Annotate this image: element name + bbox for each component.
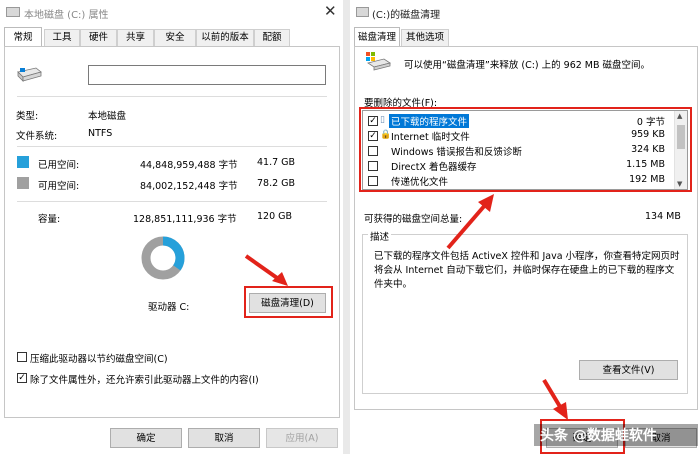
watermark-text: 头条 @数据蛙软件 bbox=[540, 428, 657, 444]
divider bbox=[17, 146, 327, 147]
apply-button[interactable]: 应用(A) bbox=[266, 428, 338, 448]
drive-large-icon bbox=[16, 66, 42, 84]
cleanup-intro: 可以使用“磁盘清理”来释放 (C:) 上的 962 MB 磁盘空间。 bbox=[404, 60, 651, 71]
free-gb: 78.2 GB bbox=[257, 178, 296, 189]
highlight-box bbox=[244, 286, 333, 318]
total-space-value: 134 MB bbox=[645, 211, 681, 222]
drive-icon bbox=[6, 7, 20, 17]
properties-window: 本地磁盘 (C:) 属性 ✕ 常规 工具 硬件 共享 安全 以前的版本 配额 类… bbox=[0, 0, 343, 454]
properties-title: 本地磁盘 (C:) 属性 bbox=[24, 10, 109, 21]
cleanup-title: (C:)的磁盘清理 bbox=[372, 10, 441, 21]
view-files-button[interactable]: 查看文件(V) bbox=[579, 360, 678, 380]
highlight-box bbox=[359, 107, 692, 192]
tab-general[interactable]: 常规 bbox=[4, 27, 42, 46]
tab-tools[interactable]: 工具 bbox=[44, 29, 80, 46]
filesystem-value: NTFS bbox=[88, 128, 113, 139]
used-color-swatch bbox=[17, 156, 29, 168]
pointer-arrow bbox=[542, 378, 568, 420]
tab-disk-cleanup[interactable]: 磁盘清理 bbox=[354, 27, 400, 46]
usage-donut-chart bbox=[141, 236, 185, 280]
properties-titlebar: 本地磁盘 (C:) 属性 ✕ bbox=[0, 0, 343, 26]
divider bbox=[17, 201, 327, 202]
tab-previous-versions[interactable]: 以前的版本 bbox=[196, 29, 254, 46]
description-text: 已下载的程序文件包括 ActiveX 控件和 Java 小程序，你查看特定网页时… bbox=[374, 251, 680, 290]
tab-sharing[interactable]: 共享 bbox=[117, 29, 154, 46]
close-icon[interactable]: ✕ bbox=[324, 2, 337, 20]
used-label: 已用空间: bbox=[38, 160, 80, 171]
filesystem-label: 文件系统: bbox=[16, 131, 58, 142]
tab-hardware[interactable]: 硬件 bbox=[80, 29, 117, 46]
type-label: 类型: bbox=[16, 111, 39, 122]
capacity-gb: 120 GB bbox=[257, 211, 293, 222]
free-color-swatch bbox=[17, 177, 29, 189]
drive-name-input[interactable] bbox=[88, 65, 326, 85]
cancel-button[interactable]: 取消 bbox=[188, 428, 260, 448]
ok-button[interactable]: 确定 bbox=[110, 428, 182, 448]
index-checkbox[interactable]: ✓ bbox=[17, 373, 27, 383]
used-gb: 41.7 GB bbox=[257, 157, 296, 168]
drive-label: 驱动器 C: bbox=[148, 302, 190, 313]
cleanup-titlebar: (C:)的磁盘清理 bbox=[350, 0, 700, 26]
used-bytes: 44,848,959,488 字节 bbox=[140, 160, 238, 171]
properties-tabs: 常规 工具 硬件 共享 安全 以前的版本 配额 bbox=[4, 27, 340, 46]
cleanup-icon bbox=[364, 50, 392, 72]
pointer-arrow bbox=[244, 254, 288, 286]
index-label: 除了文件属性外，还允许索引此驱动器上文件的内容(I) bbox=[30, 375, 259, 386]
type-value: 本地磁盘 bbox=[88, 111, 127, 122]
disk-cleanup-window: (C:)的磁盘清理 磁盘清理 其他选项 可以使用“磁盘清理”来释放 (C:) 上… bbox=[350, 0, 700, 454]
tab-more-options[interactable]: 其他选项 bbox=[401, 29, 449, 46]
compress-label: 压缩此驱动器以节约磁盘空间(C) bbox=[30, 354, 168, 365]
tab-quota[interactable]: 配额 bbox=[254, 29, 290, 46]
cleanup-app-icon bbox=[356, 7, 369, 17]
pointer-arrow bbox=[446, 194, 494, 250]
capacity-bytes: 128,851,111,936 字节 bbox=[133, 214, 237, 225]
tab-security[interactable]: 安全 bbox=[154, 29, 196, 46]
free-bytes: 84,002,152,448 字节 bbox=[140, 181, 238, 192]
window-gap bbox=[343, 0, 350, 454]
free-label: 可用空间: bbox=[38, 181, 80, 192]
compress-checkbox[interactable] bbox=[17, 352, 27, 362]
divider bbox=[17, 96, 327, 97]
capacity-label: 容量: bbox=[38, 214, 61, 225]
cleanup-tabs: 磁盘清理 其他选项 bbox=[354, 27, 694, 46]
description-label: 描述 bbox=[368, 229, 392, 243]
